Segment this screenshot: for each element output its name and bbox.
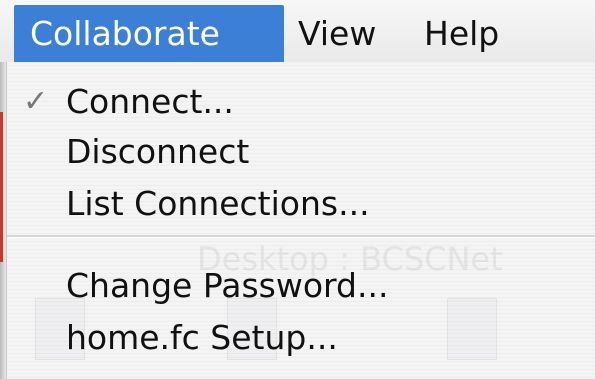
menu-item-label: Connect... [66,82,234,121]
menu-item-connect[interactable]: ✓ Connect... [7,74,595,130]
menu-separator [7,235,595,238]
checkmark-icon: ✓ [23,84,49,119]
menu-help-label: Help [424,14,500,53]
menu-item-home-fc-setup[interactable]: home.fc Setup... [7,310,595,366]
menu-view[interactable]: View [298,5,376,63]
menu-item-label: Change Password... [66,266,389,305]
background-window-accent [0,112,3,262]
menu-item-label: Disconnect [66,132,250,171]
menu-collaborate[interactable]: Collaborate [14,5,284,63]
menu-item-list-connections[interactable]: List Connections... [7,176,595,232]
menu-item-disconnect[interactable]: Disconnect [7,124,595,180]
collaborate-dropdown-menu: Desktop : BCSCNet ✓ Connect... Disconnec… [6,62,595,379]
menu-collaborate-label: Collaborate [30,14,220,53]
menu-item-label: List Connections... [66,184,370,223]
menu-item-label: home.fc Setup... [66,318,338,357]
menu-bar: Collaborate View Help [0,0,595,63]
menu-help[interactable]: Help [424,5,499,63]
menu-view-label: View [298,14,377,53]
menu-item-change-password[interactable]: Change Password... [7,258,595,314]
